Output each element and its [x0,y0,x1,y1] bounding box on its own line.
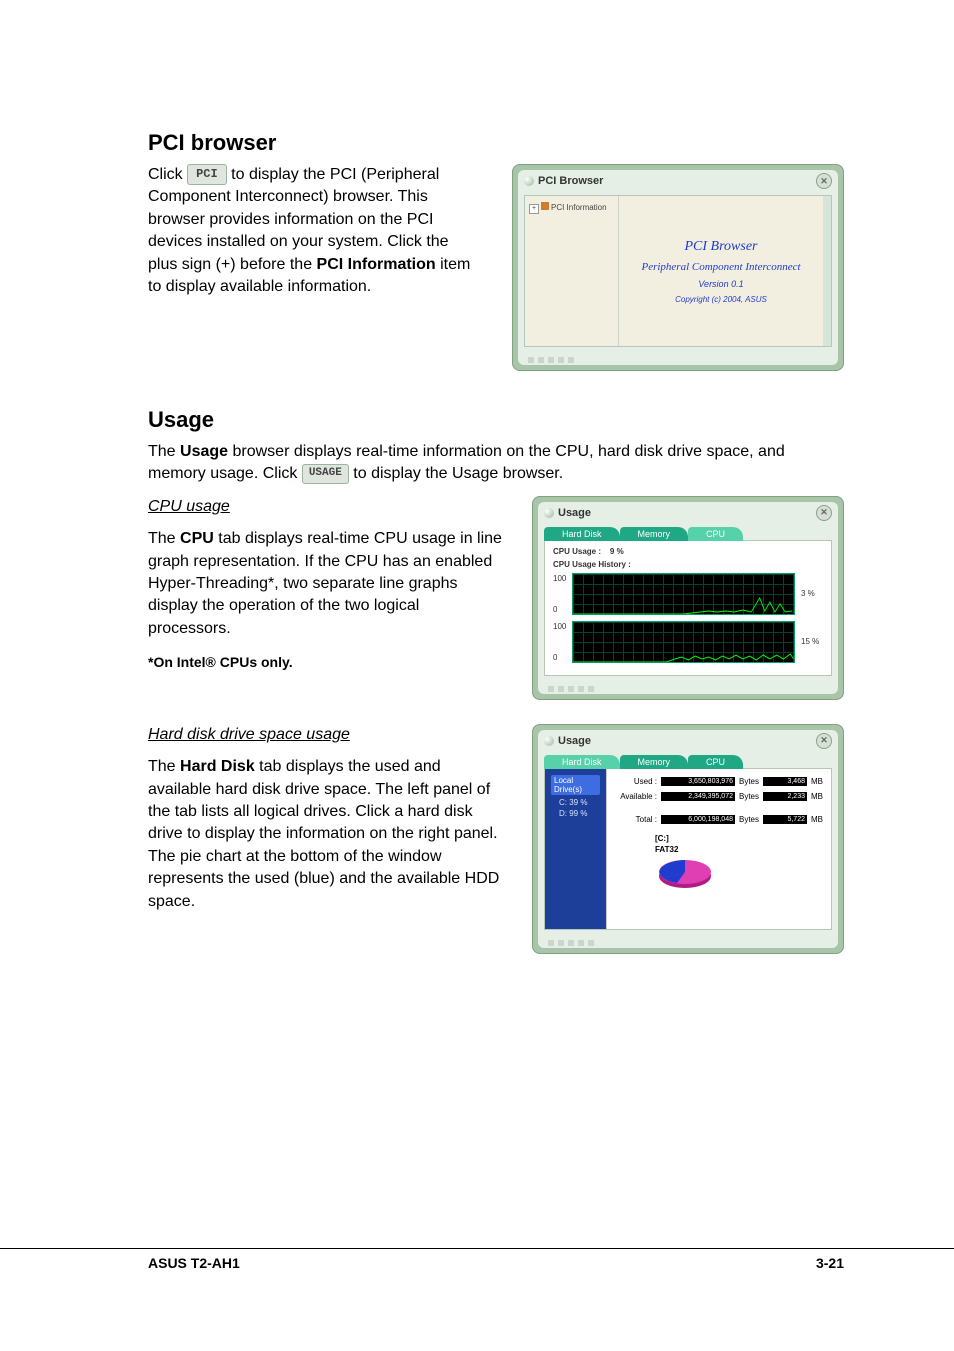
text: The [148,443,180,460]
resize-grip[interactable] [538,686,838,694]
unit: MB [811,777,823,786]
avail-bytes: 2,349,395,072 [661,792,735,801]
total-bytes: 6,000,198,048 [661,815,735,824]
y-axis-1: 100 0 [553,622,566,662]
cpu-chart-0 [572,573,795,615]
pci-copyright: Copyright (c) 2004, ASUS [675,295,767,304]
drive-c[interactable]: C: 39 % [559,798,600,807]
cpu-percent-0: 3 % [801,589,823,598]
unit: Bytes [739,815,759,824]
hard-disk-window: Usage ✕ Hard Disk Memory CPU Local Drive… [532,724,844,954]
unit: MB [811,792,823,801]
drive-tree[interactable]: Local Drive(s) C: 39 % D: 99 % [545,769,607,929]
pci-version: Version 0.1 [698,279,743,289]
close-icon[interactable]: ✕ [816,505,832,521]
tab-memory[interactable]: Memory [620,527,689,541]
folder-icon [541,202,549,210]
cpu-percent-1: 15 % [801,637,823,646]
unit: Bytes [739,777,759,786]
pci-browser-window: PCI Browser ✕ + PCI Information PCI Brows… [512,164,844,371]
used-label: Used : [615,777,657,786]
close-icon[interactable]: ✕ [816,173,832,189]
cpu-history-label: CPU Usage History : [553,560,823,569]
total-mb: 5,722 [763,815,807,824]
window-title: Usage [558,507,591,519]
heading-pci-browser: PCI browser [148,130,844,156]
tab-hard-disk[interactable]: Hard Disk [544,755,620,769]
expand-icon[interactable]: + [529,204,539,214]
pci-paragraph: Click PCI to display the PCI (Peripheral… [148,164,482,298]
disk-pie-chart [655,856,715,892]
page-footer: ASUS T2-AH1 3-21 [0,1248,954,1271]
cpu-chart-1 [572,621,795,663]
close-icon[interactable]: ✕ [816,733,832,749]
pie-label-1: [C:] [655,834,823,843]
usage-paragraph: The Usage browser displays real-time inf… [148,441,844,486]
footer-left: ASUS T2-AH1 [148,1255,240,1271]
tab-hard-disk[interactable]: Hard Disk [544,527,620,541]
tree-node-label[interactable]: PCI Information [551,203,607,212]
hard-disk-bold: Hard Disk [180,758,255,775]
app-icon [524,176,534,186]
unit: MB [811,815,823,824]
app-icon [544,508,554,518]
subheading-cpu-usage: CPU usage [148,496,502,518]
heading-usage: Usage [148,407,844,433]
resize-grip[interactable] [538,940,838,948]
cpu-footnote: *On Intel® CPUs only. [148,654,502,670]
window-title: PCI Browser [538,175,603,187]
window-title: Usage [558,735,591,747]
usage-bold: Usage [180,443,228,460]
pci-button[interactable]: PCI [187,164,227,185]
cpu-titlebar: Usage ✕ [538,502,838,527]
subheading-hard-disk: Hard disk drive space usage [148,724,502,746]
used-bytes: 3,650,803,976 [661,777,735,786]
footer-right: 3-21 [816,1255,844,1271]
cpu-usage-window: Usage ✕ Hard Disk Memory CPU CPU Usage :… [532,496,844,700]
used-mb: 3,468 [763,777,807,786]
text: The [148,530,180,547]
text: tab displays the used and available hard… [148,758,499,909]
y-axis-0: 100 0 [553,574,566,614]
cpu-paragraph: The CPU tab displays real-time CPU usage… [148,528,502,640]
avail-mb: 2,233 [763,792,807,801]
cpu-usage-label: CPU Usage : [553,547,601,556]
pci-panel-subtitle: Peripheral Component Interconnect [641,261,800,273]
text: Click [148,166,187,183]
tree-root[interactable]: Local Drive(s) [551,775,600,795]
hd-tabs: Hard Disk Memory CPU [544,755,832,769]
drive-d[interactable]: D: 99 % [559,809,600,818]
pci-titlebar: PCI Browser ✕ [518,170,838,195]
hd-titlebar: Usage ✕ [538,730,838,755]
cpu-usage-value: 9 % [610,547,624,556]
tab-cpu[interactable]: CPU [688,755,743,769]
usage-tabs: Hard Disk Memory CPU [544,527,832,541]
pci-info-panel: PCI Browser Peripheral Component Interco… [619,196,831,346]
tab-cpu[interactable]: CPU [688,527,743,541]
text: to display the Usage browser. [353,465,563,482]
avail-label: Available : [615,792,657,801]
resize-grip[interactable] [518,357,838,365]
total-label: Total : [615,815,657,824]
hard-disk-paragraph: The Hard Disk tab displays the used and … [148,756,502,913]
drive-stats: Used : 3,650,803,976 Bytes 3,468 MB Avai… [607,769,831,929]
pie-label-2: FAT32 [655,845,823,854]
app-icon [544,736,554,746]
cpu-bold: CPU [180,530,214,547]
unit: Bytes [739,792,759,801]
pci-panel-title: PCI Browser [685,239,758,255]
usage-button[interactable]: USAGE [302,464,349,483]
text: The [148,758,180,775]
tab-memory[interactable]: Memory [620,755,689,769]
pci-information-label: PCI Information [317,256,436,273]
pci-tree[interactable]: + PCI Information [525,196,619,346]
